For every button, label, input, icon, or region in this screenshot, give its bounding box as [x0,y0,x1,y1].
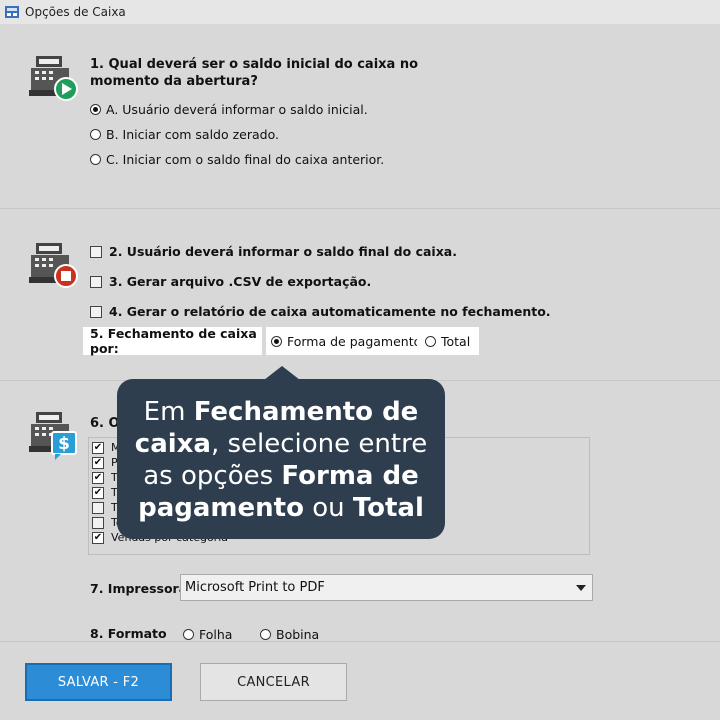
checkbox-icon[interactable] [90,245,102,258]
dropdown-arrow-icon[interactable] [576,585,586,591]
question-1-title: 1. Qual deverá ser o saldo inicial do ca… [90,57,419,89]
option-c-label: C. Iniciar com o saldo final do caixa an… [106,152,385,167]
section-initial-balance: 1. Qual deverá ser o saldo inicial do ca… [0,24,720,209]
svg-text:$: $ [58,434,70,454]
option-a[interactable]: A. Usuário deverá informar o saldo inici… [90,102,368,117]
save-button[interactable]: SALVAR - F2 [25,663,172,701]
cancel-button[interactable]: CANCELAR [200,663,347,701]
checkbox-final-balance-label: 2. Usuário deverá informar o saldo final… [109,244,457,259]
tooltip-bold-total: Total [352,493,424,523]
option-c[interactable]: C. Iniciar com o saldo final do caixa an… [90,152,384,167]
checkbox-final-balance[interactable]: 2. Usuário deverá informar o saldo final… [90,244,457,259]
checkbox-icon[interactable] [92,501,104,514]
option-total-label: Total [441,333,471,349]
checkbox-csv-export[interactable]: 3. Gerar arquivo .CSV de exportação. [90,274,371,289]
radio-icon[interactable] [90,129,101,140]
checkbox-icon[interactable]: ✔ [92,486,104,499]
radio-icon[interactable] [90,104,101,115]
radio-icon[interactable] [90,154,101,165]
question-8-title: 8. Formato [90,626,167,641]
radio-icon[interactable] [271,335,282,347]
closing-by-label-box: 5. Fechamento de caixa por: [83,326,262,356]
checkbox-icon[interactable]: ✔ [92,471,104,484]
cash-register-play-icon [29,56,78,101]
checkbox-icon[interactable]: ✔ [92,531,104,544]
checkbox-icon[interactable]: ✔ [92,441,104,454]
checkbox-icon[interactable] [90,275,102,288]
option-b[interactable]: B. Iniciar com saldo zerado. [90,127,279,142]
closing-by-label: 5. Fechamento de caixa por: [90,326,257,356]
closing-by-options: Forma de pagamento Total [266,327,479,355]
tooltip-text: ou [303,493,353,523]
title-bar: Opções de Caixa [0,0,720,24]
option-sheet[interactable]: Folha [183,627,232,642]
radio-icon[interactable] [425,335,436,347]
radio-icon[interactable] [183,629,194,640]
cash-register-stop-icon [29,243,78,288]
checkbox-auto-report[interactable]: 4. Gerar o relatório de caixa automatica… [90,304,551,319]
printer-label: 7. Impressora [90,581,188,596]
option-sheet-label: Folha [199,627,233,642]
window-title: Opções de Caixa [25,5,126,19]
section-closing: 2. Usuário deverá informar o saldo final… [0,209,720,381]
cash-register-icon [5,6,19,18]
checkbox-csv-export-label: 3. Gerar arquivo .CSV de exportação. [109,274,372,289]
question-6-title: 6. O [90,416,120,431]
option-b-label: B. Iniciar com saldo zerado. [106,127,279,142]
option-total[interactable]: Total [425,334,470,349]
option-a-label: A. Usuário deverá informar o saldo inici… [106,102,368,117]
printer-select-value: Microsoft Print to PDF [185,580,325,595]
checkbox-icon[interactable] [92,516,104,529]
checkbox-icon[interactable]: ✔ [92,456,104,469]
option-roll-label: Bobina [276,627,320,642]
footer-bar: SALVAR - F2 CANCELAR [0,641,720,720]
tooltip-text: Em [143,397,194,427]
option-payment-method[interactable]: Forma de pagamento [271,334,417,349]
radio-icon[interactable] [260,629,271,640]
tooltip-callout: Em Fechamento de caixa, selecione entre … [117,379,445,539]
tooltip-arrow [264,366,300,380]
checkbox-icon[interactable] [90,305,102,318]
option-payment-method-label: Forma de pagamento [287,333,417,349]
option-roll[interactable]: Bobina [260,627,319,642]
printer-select[interactable]: Microsoft Print to PDF [180,574,593,601]
checkbox-auto-report-label: 4. Gerar o relatório de caixa automatica… [109,304,551,319]
cash-register-money-icon: $ [29,412,77,460]
